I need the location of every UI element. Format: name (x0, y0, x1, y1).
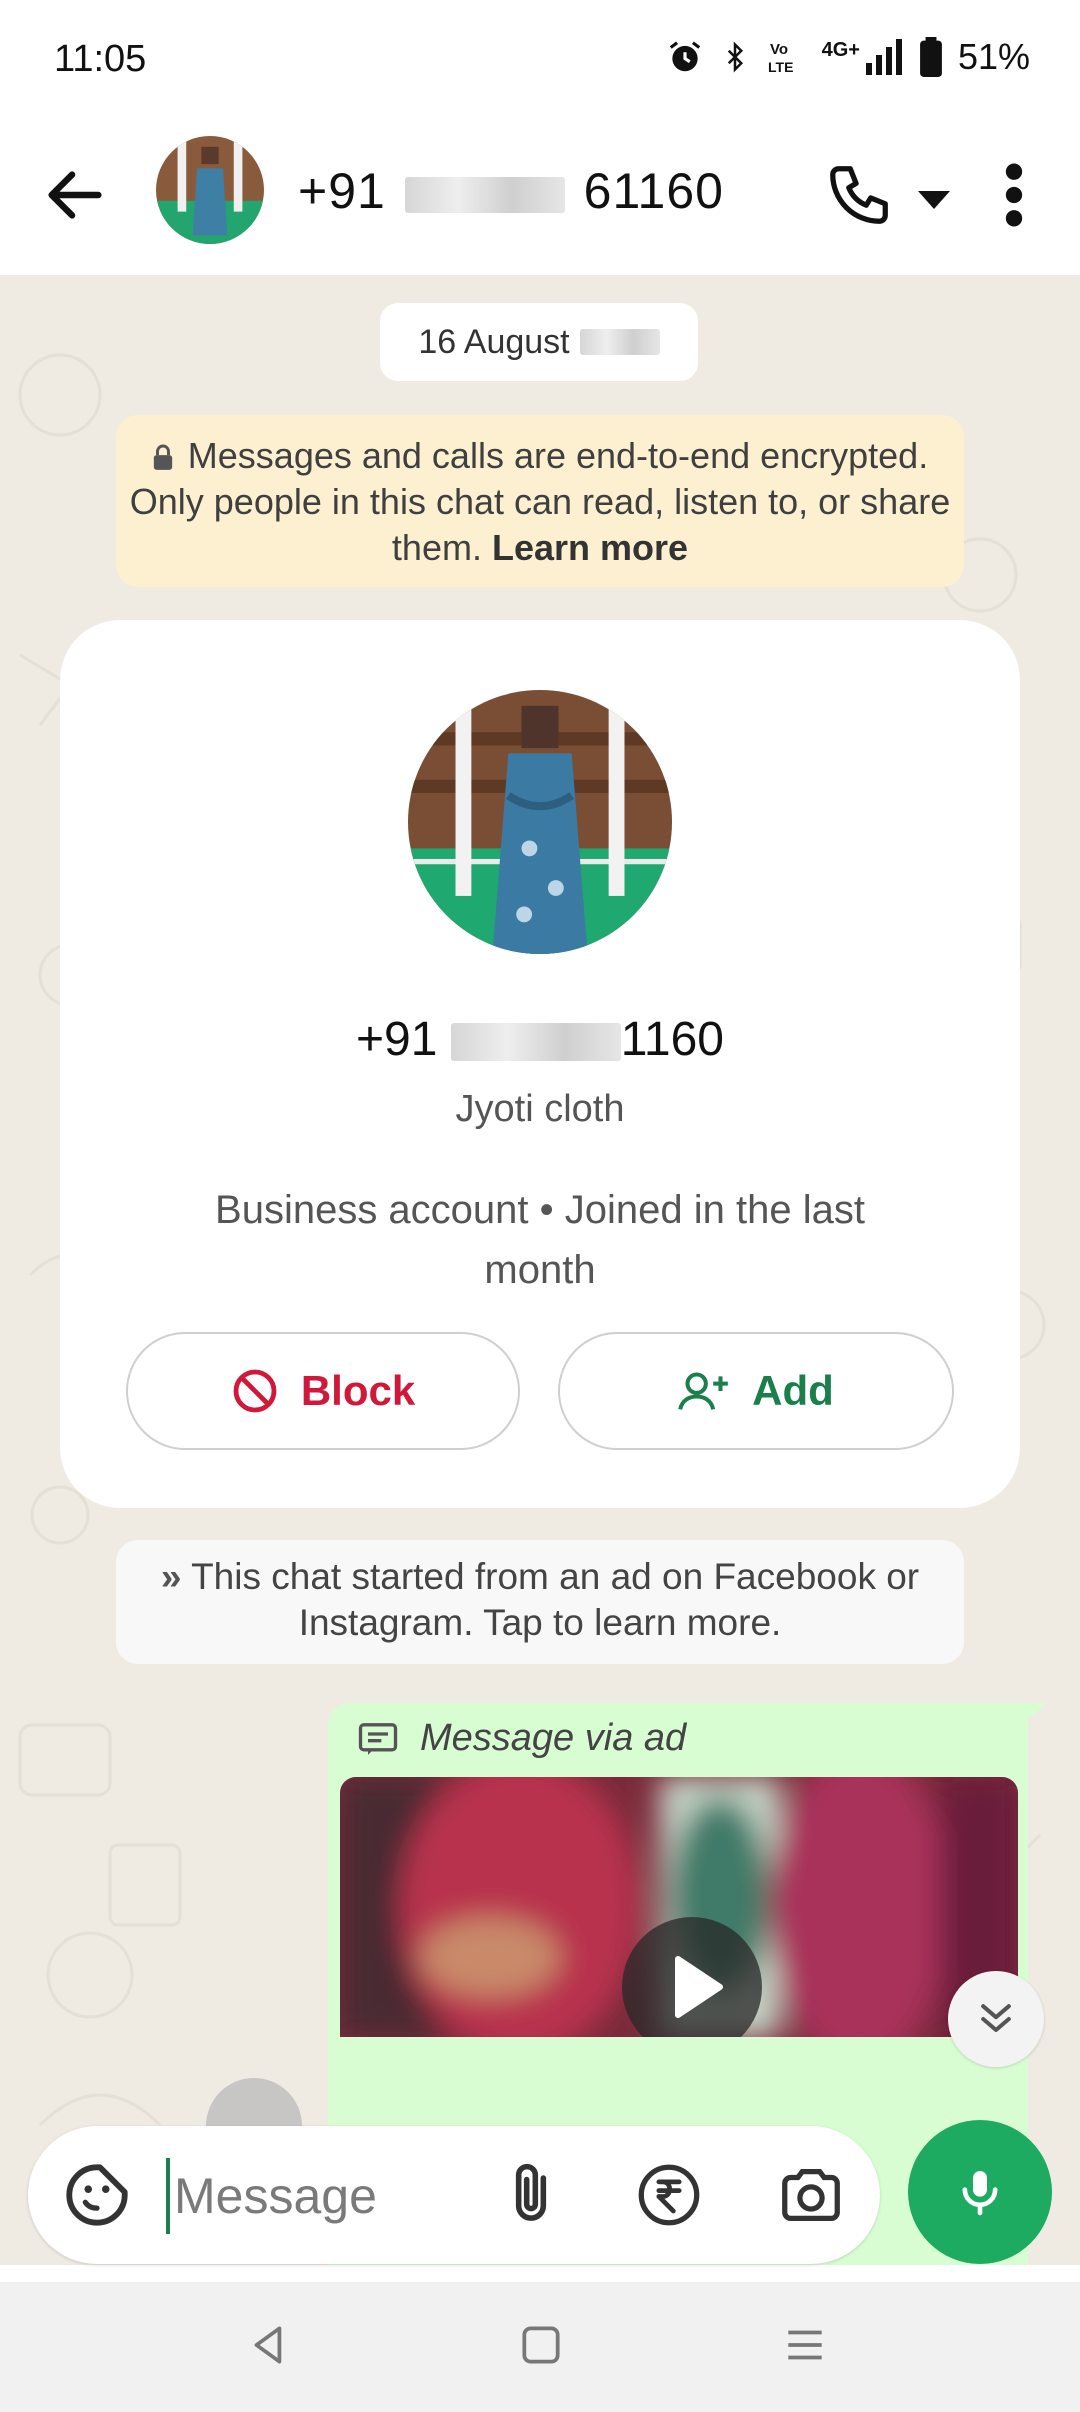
add-contact-button[interactable]: Add (558, 1332, 954, 1450)
title-suffix: 61160 (583, 163, 724, 219)
phone-prefix: +91 (356, 1013, 438, 1066)
volte-icon: VoLTE (768, 41, 793, 75)
ad-video-thumbnail[interactable] (340, 1777, 1018, 2037)
sticker-emoji-icon[interactable] (62, 2160, 132, 2230)
ad-notice-text: This chat started from an ad on Facebook… (191, 1556, 920, 1643)
lock-icon (153, 444, 172, 470)
back-arrow-icon[interactable] (40, 160, 110, 230)
play-icon (675, 1956, 723, 2018)
status-icons: Vo LTE 4G+ 51% (666, 36, 1030, 78)
status-bar: 11:05 Vo LTE 4G+ 51% (0, 0, 1080, 120)
camera-icon[interactable] (776, 2160, 846, 2230)
scroll-to-bottom-button[interactable] (948, 1971, 1044, 2067)
block-label: Block (300, 1367, 416, 1414)
message-input[interactable] (172, 2154, 476, 2238)
date-label: 16 August (418, 322, 570, 361)
block-button[interactable]: Block (126, 1332, 520, 1450)
status-time: 11:05 (54, 38, 147, 80)
voice-record-button[interactable] (908, 2120, 1052, 2264)
add-label: Add (752, 1367, 834, 1414)
battery-level: 51% (957, 36, 1030, 77)
date-chip: 16 August (380, 303, 698, 381)
phone-suffix: 1160 (620, 1013, 724, 1066)
double-chevron-icon: » (160, 1556, 182, 1597)
battery-icon (920, 37, 942, 77)
message-header-label: Message via ad (420, 1717, 687, 1759)
block-icon (233, 1369, 277, 1413)
title-prefix: +91 (298, 163, 386, 219)
business-description: Business account • Joined in the last mo… (215, 1188, 865, 1292)
business-info-card: +91 1160 Jyoti cloth Business account • … (60, 620, 1020, 1508)
business-phone: +91 1160 (60, 1012, 1020, 1067)
chevron-down-icon[interactable] (914, 184, 954, 214)
message-composer (28, 2126, 880, 2264)
more-vert-icon[interactable] (994, 160, 1034, 230)
redacted-number (404, 176, 565, 213)
redacted-year (579, 329, 660, 355)
svg-text:Vo: Vo (770, 41, 788, 58)
business-avatar[interactable] (408, 690, 672, 954)
alarm-icon (669, 41, 700, 72)
nav-home-icon[interactable] (516, 2320, 566, 2370)
bluetooth-icon (727, 41, 743, 73)
nav-back-icon[interactable] (244, 2320, 294, 2370)
text-cursor (166, 2158, 170, 2234)
nav-recents-icon[interactable] (780, 2320, 830, 2370)
message-header: Message via ad (358, 1717, 686, 1760)
contact-avatar[interactable] (156, 136, 264, 244)
phone-icon[interactable] (824, 160, 894, 230)
redacted-phone (450, 1023, 621, 1062)
bubble-tail (1018, 1703, 1048, 1727)
network-type: 4G+ (821, 38, 860, 61)
encryption-notice[interactable]: Messages and calls are end-to-end encryp… (116, 415, 964, 587)
ad-origin-notice[interactable]: » This chat started from an ad on Facebo… (116, 1540, 964, 1664)
rupee-payment-icon[interactable] (634, 2160, 704, 2230)
chat-header: +91 61160 (0, 120, 1080, 275)
person-add-icon (678, 1372, 729, 1410)
chat-area[interactable]: 16 August Messages and calls are end-to-… (0, 275, 1080, 2265)
system-nav-bar (0, 2282, 1080, 2412)
paperclip-icon[interactable] (494, 2158, 568, 2232)
play-button[interactable] (622, 1917, 762, 2037)
learn-more-link[interactable]: Learn more (492, 527, 688, 568)
business-name: Jyoti cloth (455, 1088, 625, 1130)
microphone-icon (962, 2171, 998, 2216)
signal-icon (865, 39, 902, 75)
ad-message-icon (358, 1722, 398, 1755)
contact-title[interactable]: +91 61160 (298, 162, 724, 220)
svg-text:LTE: LTE (768, 59, 793, 75)
double-chevron-down-icon (981, 2004, 1011, 2033)
